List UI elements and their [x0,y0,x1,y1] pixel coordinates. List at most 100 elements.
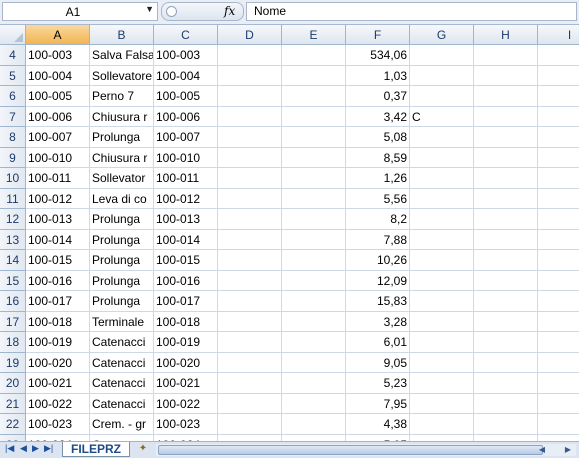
cell-e[interactable] [282,250,346,271]
cell-g[interactable] [410,352,474,373]
cell-b[interactable]: Catenacci [90,373,154,394]
cell-a[interactable]: 100-007 [26,127,90,148]
cell-f[interactable]: 3,42 [346,106,410,127]
cell-f[interactable]: 1,03 [346,65,410,86]
select-all-button[interactable] [0,25,26,45]
cell-i[interactable] [538,271,579,291]
row-header[interactable]: 22 [0,414,26,435]
cell-e[interactable] [282,65,346,86]
cell-h[interactable] [474,291,538,312]
row-header[interactable]: 6 [0,86,26,107]
cell-e[interactable] [282,270,346,291]
cell-i[interactable] [538,373,579,394]
column-header-e[interactable]: E [282,25,346,45]
cell-f[interactable]: 9,05 [346,352,410,373]
cell-c[interactable]: 100-016 [154,270,218,291]
cell-g[interactable] [410,250,474,271]
cell-e[interactable] [282,45,346,66]
cell-b[interactable]: Catenacci [90,332,154,353]
cell-c[interactable]: 100-014 [154,229,218,250]
column-header-f[interactable]: F [346,25,410,45]
cell-b[interactable]: Terminale [90,311,154,332]
cell-b[interactable]: Perno 7 [90,86,154,107]
cell-f[interactable]: 1,26 [346,168,410,189]
cell-c[interactable]: 100-003 [154,45,218,66]
cell-b[interactable]: Prolunga [90,229,154,250]
row-header[interactable]: 15 [0,270,26,291]
row-header[interactable]: 17 [0,311,26,332]
cell-f[interactable]: 7,95 [346,393,410,414]
cell-c[interactable]: 100-022 [154,393,218,414]
row-header[interactable]: 16 [0,291,26,312]
cell-f[interactable]: 3,28 [346,311,410,332]
cell-a[interactable]: 100-016 [26,270,90,291]
scroll-left-icon[interactable]: ◀ [536,444,548,456]
cell-d[interactable] [218,332,282,353]
cell-d[interactable] [218,393,282,414]
row-header[interactable]: 10 [0,168,26,189]
cell-h[interactable] [474,332,538,353]
cell-a[interactable]: 100-015 [26,250,90,271]
cell-h[interactable] [474,229,538,250]
cell-d[interactable] [218,168,282,189]
cell-g[interactable]: C [410,106,474,127]
cell-e[interactable] [282,352,346,373]
cell-d[interactable] [218,209,282,230]
cell-a[interactable]: 100-022 [26,393,90,414]
cell-g[interactable] [410,332,474,353]
cell-c[interactable]: 100-007 [154,127,218,148]
row-header[interactable]: 7 [0,106,26,127]
cell-h[interactable] [474,373,538,394]
cell-h[interactable] [474,65,538,86]
cell-d[interactable] [218,352,282,373]
cell-i[interactable] [538,209,579,230]
column-header-d[interactable]: D [218,25,282,45]
cell-f[interactable]: 8,59 [346,147,410,168]
cell-b[interactable]: Crem. - gr [90,414,154,435]
cell-f[interactable]: 6,01 [346,332,410,353]
cell-a[interactable]: 100-017 [26,291,90,312]
cell-b[interactable]: Chiusura r [90,147,154,168]
cell-h[interactable] [474,311,538,332]
cell-e[interactable] [282,127,346,148]
cell-f[interactable]: 15,83 [346,291,410,312]
cell-g[interactable] [410,229,474,250]
column-header-b[interactable]: B [90,25,154,45]
cell-g[interactable] [410,168,474,189]
cell-a[interactable]: 100-010 [26,147,90,168]
cell-f[interactable]: 5,23 [346,373,410,394]
cell-a[interactable]: 100-019 [26,332,90,353]
cell-e[interactable] [282,188,346,209]
cell-g[interactable] [410,414,474,435]
row-header[interactable]: 8 [0,127,26,148]
cell-i[interactable] [538,291,579,312]
cell-a[interactable]: 100-003 [26,45,90,66]
row-header[interactable]: 11 [0,188,26,209]
cell-c[interactable]: 100-005 [154,86,218,107]
cell-d[interactable] [218,45,282,66]
cell-h[interactable] [474,188,538,209]
cell-h[interactable] [474,393,538,414]
cell-e[interactable] [282,86,346,107]
row-header[interactable]: 18 [0,332,26,353]
cell-b[interactable]: Leva di co [90,188,154,209]
cell-d[interactable] [218,229,282,250]
cell-b[interactable]: Chiusura r [90,106,154,127]
cell-f[interactable]: 0,37 [346,86,410,107]
cell-i[interactable] [538,394,579,414]
cell-h[interactable] [474,209,538,230]
cell-c[interactable]: 100-006 [154,106,218,127]
cell-i[interactable] [538,332,579,353]
cell-f[interactable]: 4,38 [346,414,410,435]
row-header[interactable]: 21 [0,393,26,414]
cell-d[interactable] [218,250,282,271]
cell-i[interactable] [538,414,579,435]
cell-g[interactable] [410,434,474,441]
cell-d[interactable] [218,147,282,168]
cell-c[interactable]: 100-015 [154,250,218,271]
cell-e[interactable] [282,311,346,332]
cell-c[interactable]: 100-010 [154,147,218,168]
cell-f[interactable]: 8,2 [346,209,410,230]
cell-c[interactable]: 100-004 [154,65,218,86]
sheet-tab-fileprz[interactable]: FILEPRZ [62,442,130,457]
